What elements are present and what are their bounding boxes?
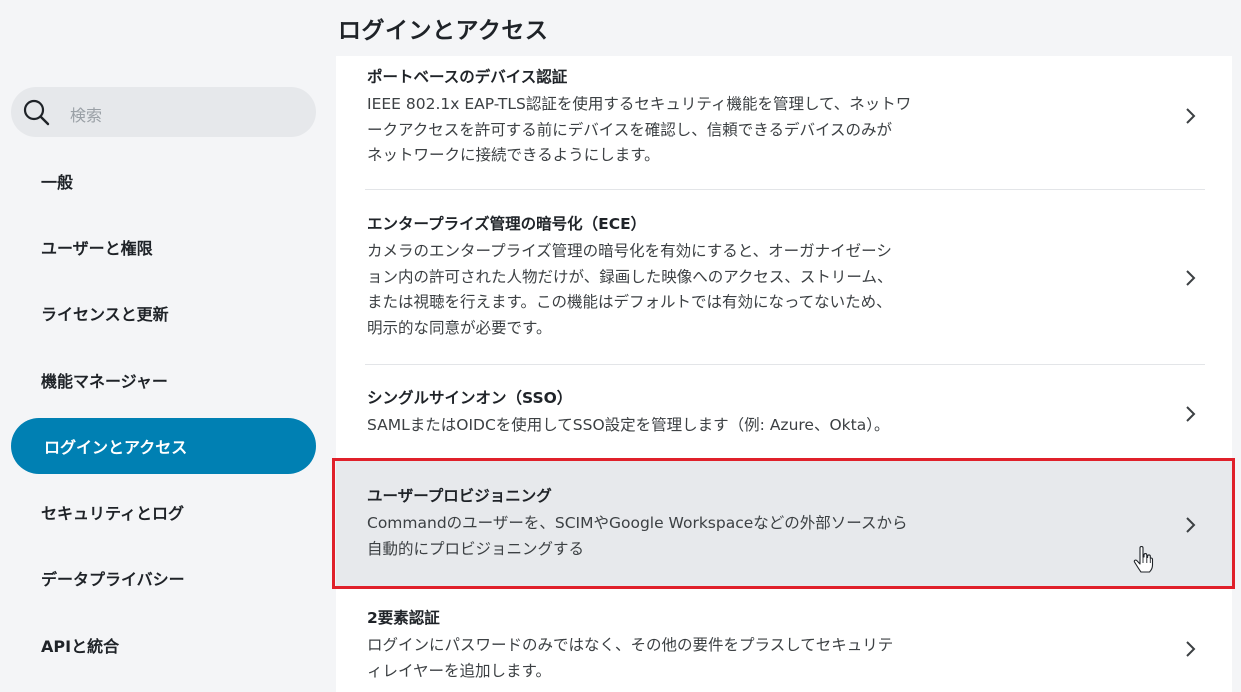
sidebar-item-feature-manager[interactable]: 機能マネージャー [11,352,316,408]
search-input[interactable]: 検索 [11,87,316,137]
hand-cursor-icon [1133,546,1154,573]
page-title: ログインとアクセス [338,18,549,44]
setting-description: カメラのエンタープライズ管理の暗号化を有効にすると、オーガナイゼーシ ョン内の許… [367,242,893,337]
settings-list: ポートベースのデバイス認証 IEEE 802.1x EAP-TLS認証を使用する… [336,56,1232,692]
sidebar-item-api-integrations[interactable]: APIと統合 [11,617,316,673]
sidebar-item-data-privacy[interactable]: データプライバシー [11,550,316,606]
setting-description: IEEE 802.1x EAP-TLS認証を使用するセキュリティ機能を管理して、… [367,95,912,164]
sidebar-item-login-access[interactable]: ログインとアクセス [11,418,316,474]
sidebar-item-licenses[interactable]: ライセンスと更新 [11,285,316,341]
sidebar-item-label: APIと統合 [41,637,120,656]
sidebar-item-label: 一般 [41,173,74,192]
sidebar-item-label: データプライバシー [41,570,185,589]
search-icon [23,99,50,126]
setting-title: ポートベースのデバイス認証 [367,68,568,86]
setting-two-factor-auth[interactable]: 2要素認証 ログインにパスワードのみではなく、その他の要件をプラスしてセキュリテ… [336,590,1232,692]
setting-description: SAMLまたはOIDCを使用してSSO設定を管理します（例: Azure、Okt… [367,416,890,434]
search-placeholder: 検索 [70,106,103,125]
chevron-right-icon [1186,108,1196,124]
setting-title: エンタープライズ管理の暗号化（ECE） [367,215,647,233]
setting-title: 2要素認証 [367,609,440,627]
setting-port-based-auth[interactable]: ポートベースのデバイス認証 IEEE 802.1x EAP-TLS認証を使用する… [336,56,1232,190]
setting-description: ログインにパスワードのみではなく、その他の要件をプラスしてセキュリテ ィレイヤー… [367,636,894,680]
sidebar-item-label: セキュリティとログ [41,504,185,523]
setting-title: シングルサインオン（SSO） [367,389,573,407]
sidebar-item-security-logs[interactable]: セキュリティとログ [11,484,316,540]
sidebar-item-label: ログインとアクセス [44,438,188,457]
chevron-right-icon [1186,641,1196,657]
setting-enterprise-encryption[interactable]: エンタープライズ管理の暗号化（ECE） カメラのエンタープライズ管理の暗号化を有… [336,190,1232,364]
sidebar-item-general[interactable]: 一般 [11,153,316,209]
sidebar-item-label: ユーザーと権限 [41,239,153,258]
highlight-box [332,458,1235,589]
sidebar-item-label: 機能マネージャー [41,372,168,391]
chevron-right-icon [1186,270,1196,286]
setting-sso[interactable]: シングルサインオン（SSO） SAMLまたはOIDCを使用してSSO設定を管理し… [336,365,1232,460]
sidebar-item-label: ライセンスと更新 [41,305,169,324]
chevron-right-icon [1186,406,1196,422]
sidebar-item-users-permissions[interactable]: ユーザーと権限 [11,219,316,275]
sidebar: 検索 一般 ユーザーと権限 ライセンスと更新 機能マネージャー ログインとアクセ… [0,0,330,692]
